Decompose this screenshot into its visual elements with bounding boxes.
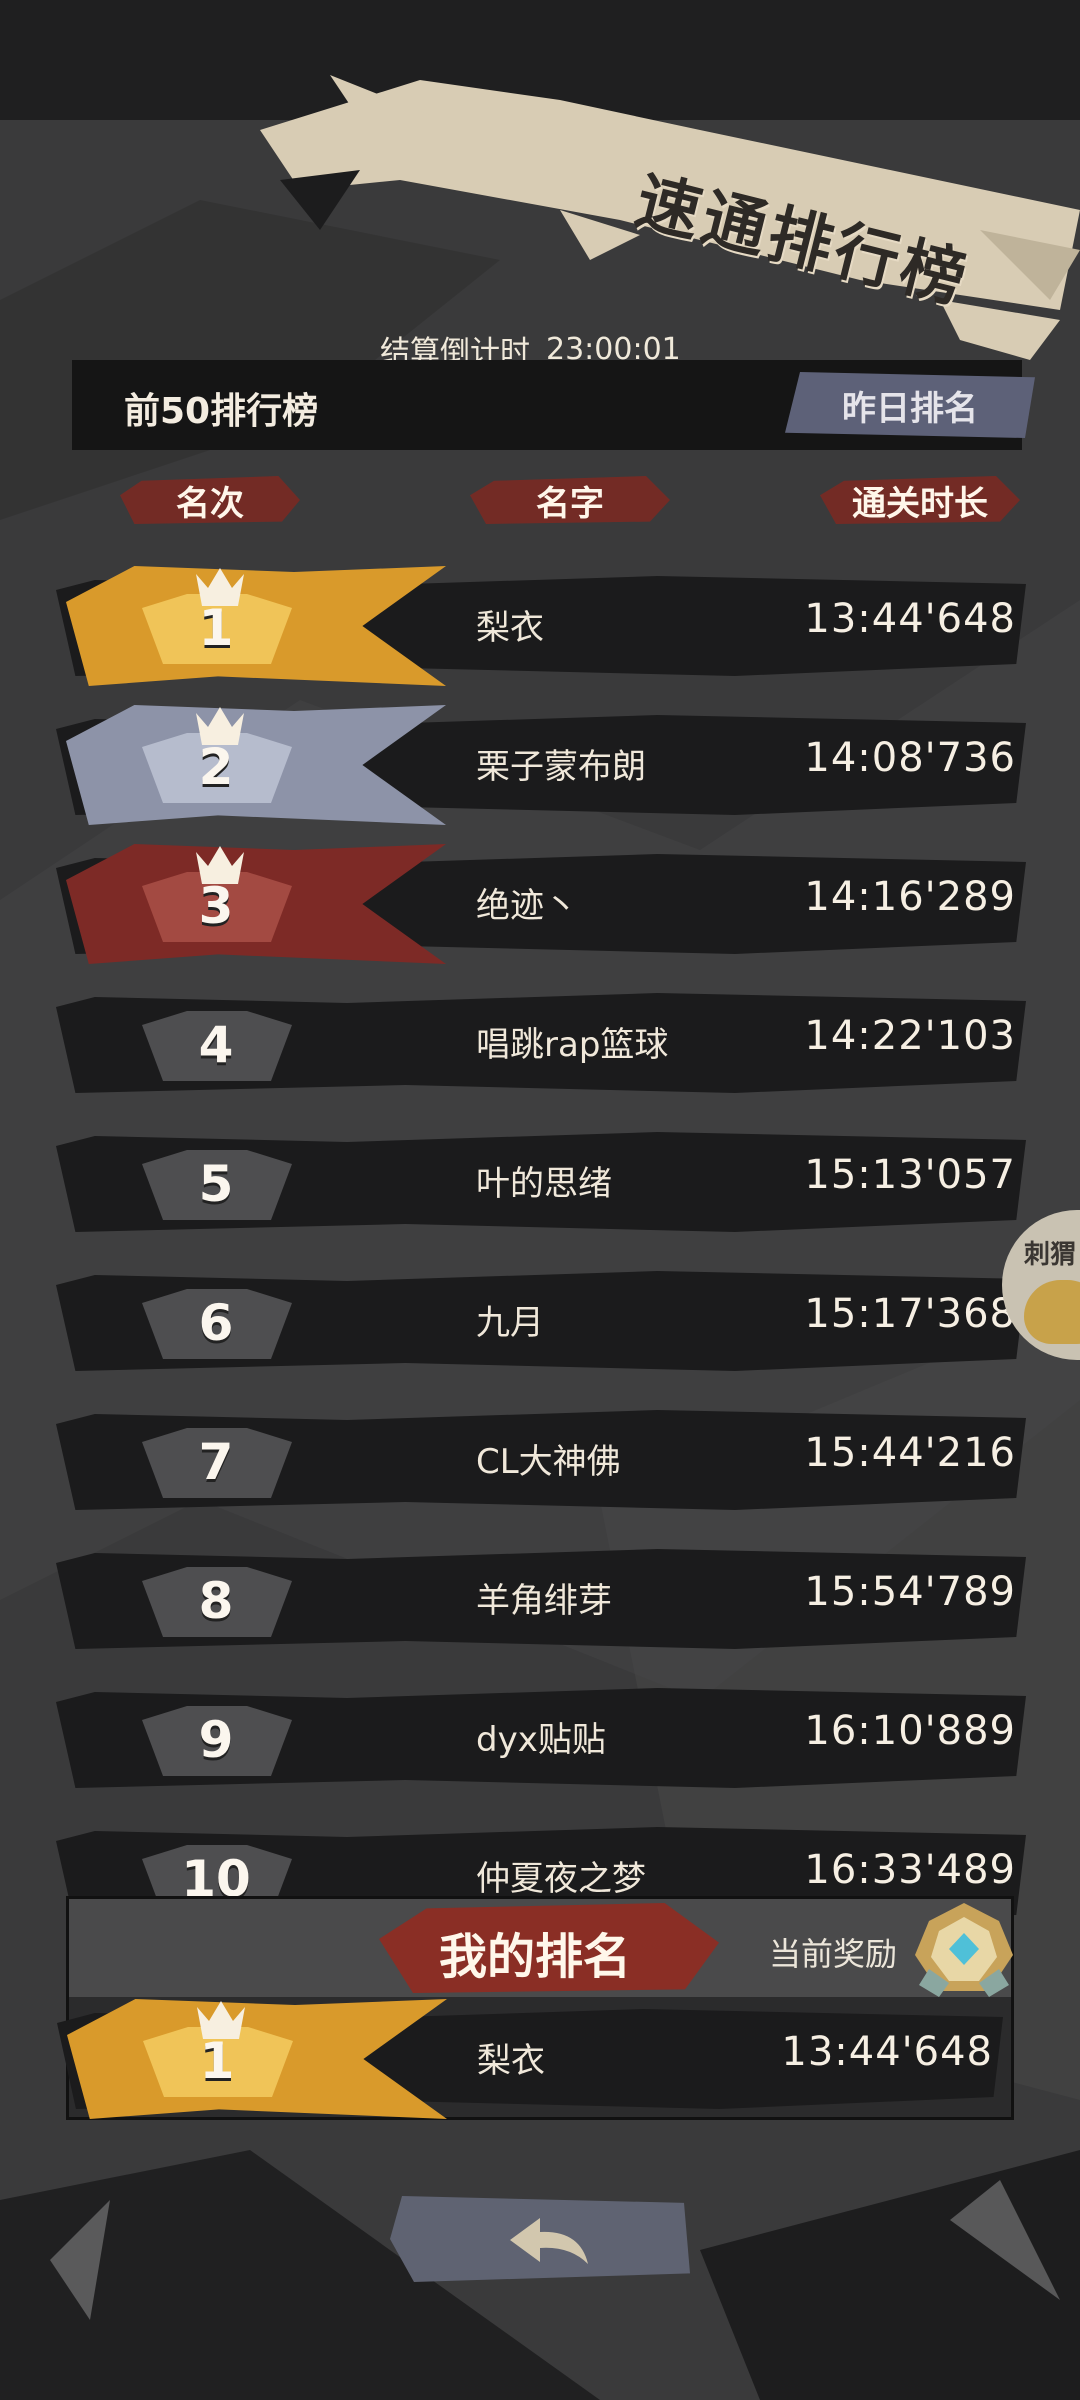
column-header-rank-label: 名次 xyxy=(176,483,244,524)
column-header-name: 名字 xyxy=(470,470,670,530)
player-name: 羊角绯芽 xyxy=(476,1581,612,1621)
rank-number: 9 xyxy=(198,1711,234,1769)
my-ranking-title: 我的排名 xyxy=(439,1929,632,1985)
side-tab-label: 刺猬 xyxy=(1024,1240,1077,1270)
leaderboard-row: 7 CL大神佛 15:44'216 xyxy=(56,1400,1026,1520)
leaderboard-row: 3 绝迹丶 14:16'289 xyxy=(56,844,1026,964)
rank-number: 7 xyxy=(198,1433,234,1491)
back-button[interactable] xyxy=(380,2180,700,2300)
column-header-time-label: 通关时长 xyxy=(852,483,988,524)
rank-number: 8 xyxy=(198,1572,234,1630)
leaderboard-row: 5 叶的思绪 15:13'057 xyxy=(56,1122,1026,1242)
leaderboard-row: 9 dyx贴贴 16:10'889 xyxy=(56,1678,1026,1798)
player-name: 栗子蒙布朗 xyxy=(476,747,646,787)
player-name: CL大神佛 xyxy=(476,1442,621,1482)
clear-time: 14:16'289 xyxy=(804,874,1016,920)
rank-number: 1 xyxy=(198,599,234,657)
rank-number: 5 xyxy=(198,1155,234,1213)
clear-time: 16:10'889 xyxy=(804,1708,1016,1754)
player-name: 梨衣 xyxy=(476,608,544,648)
current-reward-label: 当前奖励 xyxy=(769,1935,898,1973)
rank-number: 4 xyxy=(198,1016,234,1074)
clear-time: 14:22'103 xyxy=(804,1013,1016,1059)
clear-time: 15:17'368 xyxy=(804,1291,1016,1337)
my-ranking-title-bar: 我的排名 当前奖励 xyxy=(69,1899,1013,1997)
player-name: 九月 xyxy=(476,1303,544,1343)
column-header-time: 通关时长 xyxy=(820,470,1020,530)
side-tab-icon xyxy=(1024,1280,1080,1344)
leaderboard-row: 1 梨衣 13:44'648 xyxy=(56,566,1026,686)
my-ranking-panel: 我的排名 当前奖励 1 梨衣 13:44'648 xyxy=(57,1896,1014,2120)
player-name: 梨衣 xyxy=(477,2041,545,2081)
clear-time: 15:13'057 xyxy=(804,1152,1016,1198)
leaderboard-row: 4 唱跳rap篮球 14:22'103 xyxy=(56,983,1026,1103)
player-name: 叶的思绪 xyxy=(476,1164,612,1204)
player-name: 仲夏夜之梦 xyxy=(476,1859,646,1899)
rank-number: 2 xyxy=(198,738,234,796)
leaderboard-row: 2 栗子蒙布朗 14:08'736 xyxy=(56,705,1026,825)
column-header-name-label: 名字 xyxy=(536,483,604,524)
clear-time: 13:44'648 xyxy=(804,596,1016,642)
player-name: 绝迹丶 xyxy=(476,886,578,926)
rank-number: 3 xyxy=(198,877,234,935)
rank-number: 6 xyxy=(198,1294,234,1352)
column-header-rank: 名次 xyxy=(120,470,300,530)
yesterday-ranking-button[interactable]: 昨日排名 xyxy=(785,372,1035,438)
leaderboard-row: 8 羊角绯芽 15:54'789 xyxy=(56,1539,1026,1659)
leaderboard-label: 前50排行榜 xyxy=(124,391,319,432)
reward-medal-icon[interactable] xyxy=(909,1899,1019,1999)
back-arrow-icon xyxy=(510,2218,588,2264)
leaderboard-row: 6 九月 15:17'368 xyxy=(56,1261,1026,1381)
clear-time: 15:44'216 xyxy=(804,1430,1016,1476)
title-banner xyxy=(0,60,1080,360)
rank-number: 1 xyxy=(199,2032,235,2090)
player-name: dyx贴贴 xyxy=(476,1720,606,1760)
leaderboard-row: 1 梨衣 13:44'648 xyxy=(57,1999,1003,2119)
player-name: 唱跳rap篮球 xyxy=(476,1025,669,1065)
clear-time: 16:33'489 xyxy=(804,1847,1016,1893)
clear-time: 13:44'648 xyxy=(781,2029,993,2075)
clear-time: 15:54'789 xyxy=(804,1569,1016,1615)
clear-time: 14:08'736 xyxy=(804,735,1016,781)
